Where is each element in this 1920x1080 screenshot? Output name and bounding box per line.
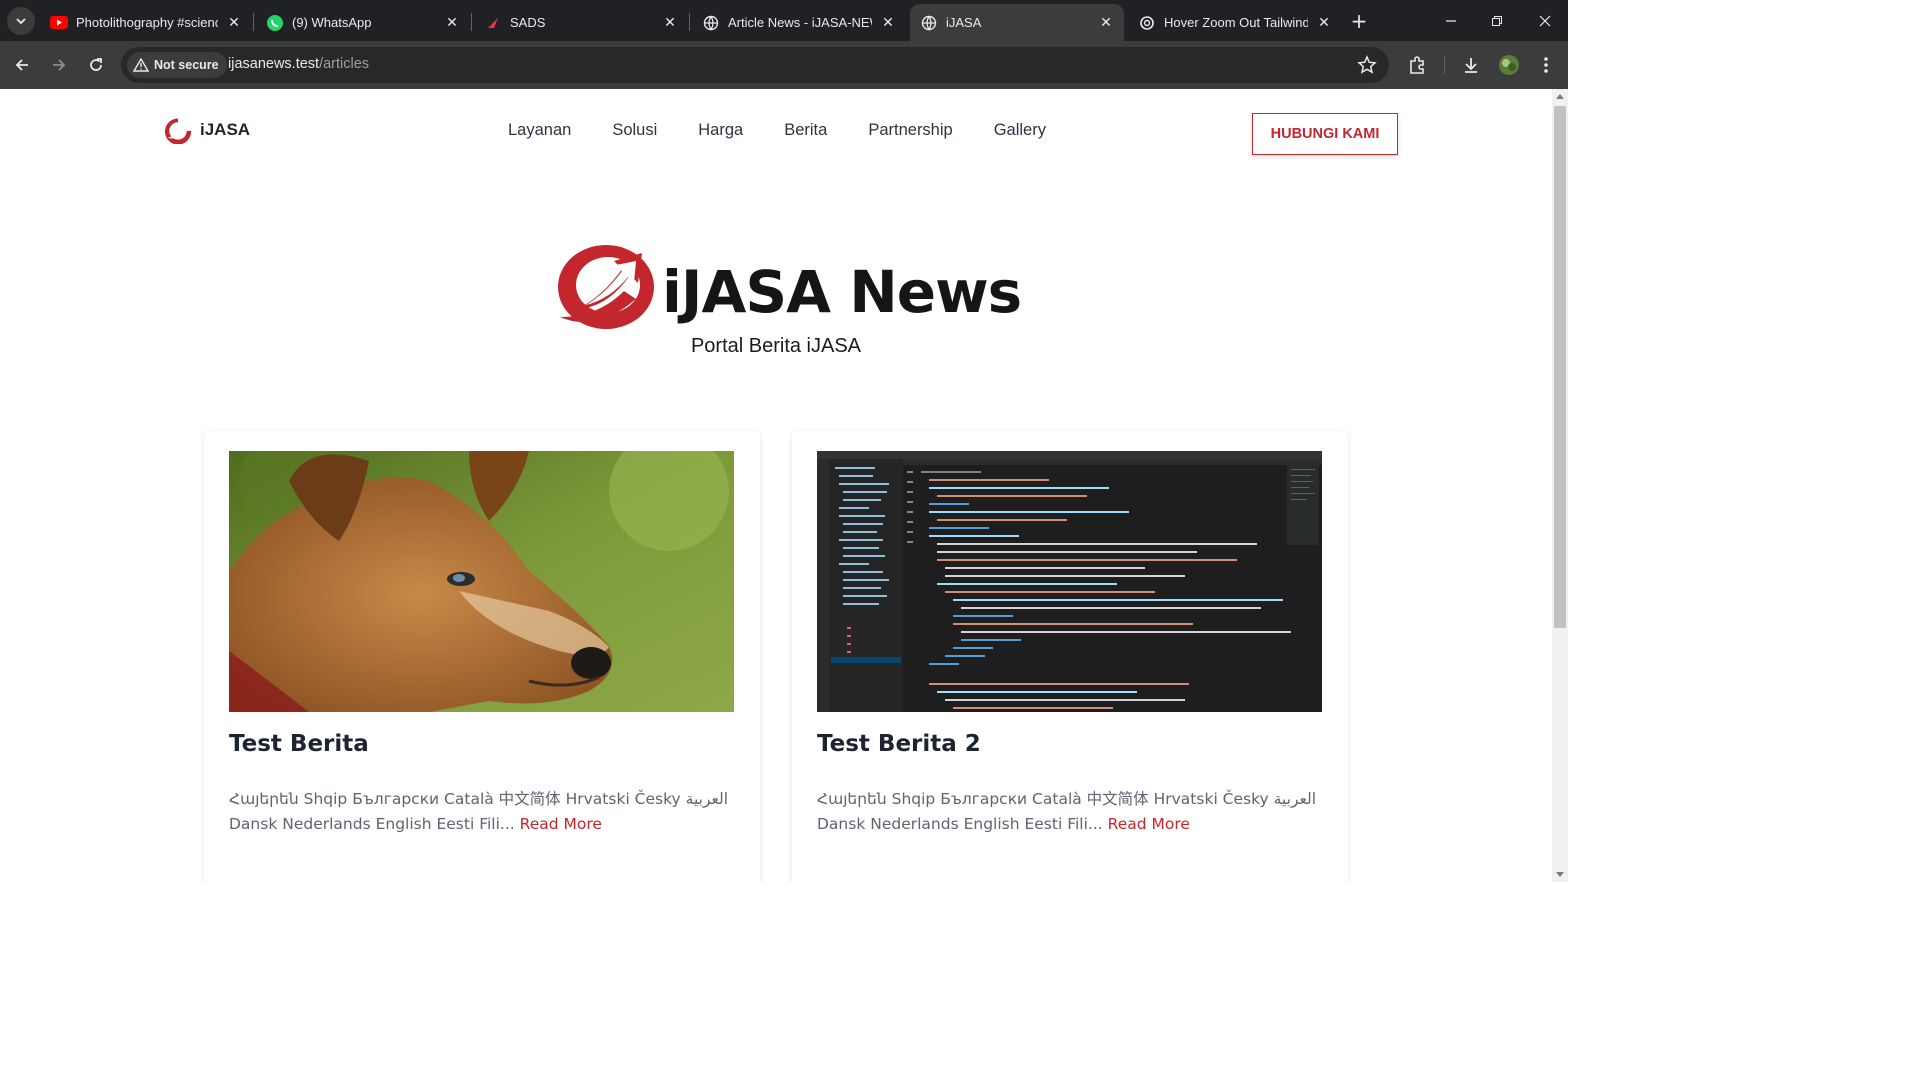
nav-solusi[interactable]: Solusi — [612, 121, 657, 140]
profile-avatar[interactable] — [1497, 53, 1521, 77]
site-navbar: iJASA Layanan Solusi Harga Berita Partne… — [0, 89, 1552, 179]
close-icon[interactable]: ✕ — [1316, 15, 1332, 31]
article-card[interactable]: Test Berita Հայերեն Shqip Български Cata… — [204, 431, 760, 882]
article-card[interactable]: Test Berita 2 Հայերեն Shqip Български Ca… — [792, 431, 1348, 882]
whatsapp-icon — [266, 14, 284, 32]
brand-logo[interactable]: iJASA — [162, 116, 250, 144]
sads-icon — [484, 14, 502, 32]
url-path: /articles — [319, 56, 370, 72]
browser-chrome: Photolithography #science ✕ (9) WhatsApp… — [0, 0, 1568, 89]
scroll-down-arrow-icon[interactable] — [1556, 872, 1564, 877]
chevron-down-icon — [16, 18, 26, 25]
nav-harga[interactable]: Harga — [698, 121, 743, 140]
bookmark-star-icon[interactable] — [1357, 55, 1377, 75]
new-tab-button[interactable]: + — [1346, 8, 1372, 34]
tab-title: iJASA — [946, 15, 982, 30]
arrow-left-icon — [15, 59, 28, 71]
download-icon[interactable] — [1459, 53, 1483, 77]
close-icon[interactable]: ✕ — [662, 15, 678, 31]
tab-search-button[interactable] — [7, 7, 35, 35]
globe-icon — [920, 14, 938, 32]
tab-title: SADS — [510, 15, 546, 30]
article-excerpt: Հայերեն Shqip Български Català 中文简体 Hrva… — [817, 787, 1322, 837]
close-icon[interactable]: ✕ — [226, 15, 242, 31]
nav-layanan[interactable]: Layanan — [508, 121, 571, 140]
nav-partnership[interactable]: Partnership — [868, 121, 952, 140]
tab-title: (9) WhatsApp — [292, 15, 372, 30]
tab-whatsapp[interactable]: (9) WhatsApp ✕ — [256, 4, 470, 41]
scroll-up-arrow-icon[interactable] — [1556, 94, 1564, 99]
excerpt-text: Հայերեն Shqip Български Català 中文简体 Hrva… — [817, 790, 1317, 833]
reload-icon — [90, 58, 102, 71]
address-bar[interactable]: Not secure ijasanews.test/articles — [121, 47, 1389, 83]
toolbar-divider — [1444, 56, 1445, 74]
article-image-code[interactable] — [817, 451, 1322, 712]
page-viewport: iJASA Layanan Solusi Harga Berita Partne… — [0, 89, 1552, 882]
tab-title: Photolithography #science — [76, 15, 218, 30]
tab-strip: Photolithography #science ✕ (9) WhatsApp… — [0, 0, 1568, 41]
ijasa-logo-icon — [558, 245, 654, 329]
openai-icon — [1138, 14, 1156, 32]
close-icon[interactable]: ✕ — [444, 15, 460, 31]
ijasa-logo-icon — [164, 118, 192, 144]
tab-article-news[interactable]: Article News - iJASA-NEWS ✕ — [692, 4, 906, 41]
close-window-button[interactable] — [1530, 8, 1560, 34]
excerpt-text: Հայերեն Shqip Български Català 中文简体 Hrva… — [229, 790, 729, 833]
back-button[interactable] — [8, 51, 36, 79]
tab-ijasa[interactable]: iJASA ✕ — [910, 4, 1124, 41]
url-text[interactable]: ijasanews.test/articles — [228, 56, 369, 72]
read-more-link[interactable]: Read More — [520, 815, 602, 833]
article-image-dog[interactable] — [229, 451, 734, 712]
article-title[interactable]: Test Berita — [229, 731, 369, 757]
nav-berita[interactable]: Berita — [784, 121, 827, 140]
page-scrollbar[interactable] — [1552, 89, 1568, 882]
close-icon[interactable]: ✕ — [1098, 15, 1114, 31]
tab-hover-zoom[interactable]: Hover Zoom Out Tailwind ✕ — [1128, 4, 1342, 41]
youtube-icon — [50, 14, 68, 32]
article-title[interactable]: Test Berita 2 — [817, 731, 981, 757]
close-icon[interactable]: ✕ — [880, 15, 896, 31]
tab-sads[interactable]: SADS ✕ — [474, 4, 688, 41]
brand-name: iJASA — [200, 120, 251, 139]
tab-photolithography[interactable]: Photolithography #science ✕ — [40, 4, 252, 41]
tab-title: Hover Zoom Out Tailwind — [1164, 15, 1308, 30]
more-menu-icon[interactable] — [1534, 53, 1558, 77]
article-excerpt: Հայերեն Shqip Български Català 中文简体 Hrva… — [229, 787, 734, 837]
tab-title: Article News - iJASA-NEWS — [728, 15, 872, 30]
site-info-chip[interactable]: Not secure — [127, 52, 227, 78]
security-label: Not secure — [154, 58, 219, 72]
forward-button[interactable] — [45, 51, 73, 79]
hero-section: iJASA News Portal Berita iJASA — [0, 239, 1552, 369]
tab-divider — [253, 13, 254, 31]
main-menu: Layanan Solusi Harga Berita Partnership … — [508, 121, 1087, 140]
page-subtitle: Portal Berita iJASA — [690, 335, 862, 357]
nav-gallery[interactable]: Gallery — [994, 121, 1046, 140]
arrow-right-icon — [53, 59, 66, 71]
scrollbar-thumb[interactable] — [1554, 106, 1566, 628]
url-host: ijasanews.test — [228, 56, 320, 72]
minimize-button[interactable] — [1436, 8, 1466, 34]
tab-divider — [471, 13, 472, 31]
page-title: iJASA News — [662, 258, 1022, 326]
warning-icon — [133, 58, 149, 72]
browser-toolbar: Not secure ijasanews.test/articles — [0, 41, 1568, 89]
tab-divider — [689, 13, 690, 31]
extensions-icon[interactable] — [1405, 53, 1429, 77]
reload-button[interactable] — [82, 51, 110, 79]
contact-button[interactable]: HUBUNGI KAMI — [1252, 113, 1398, 155]
restore-button[interactable] — [1482, 8, 1512, 34]
read-more-link[interactable]: Read More — [1108, 815, 1190, 833]
globe-icon — [702, 14, 720, 32]
